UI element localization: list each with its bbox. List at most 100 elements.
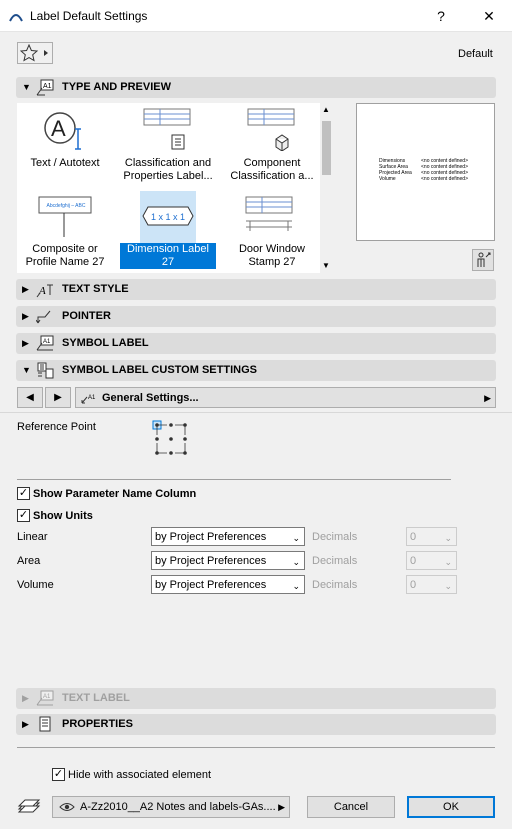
- page-label-icon: A1: [81, 395, 96, 403]
- section-label: SYMBOL LABEL: [62, 337, 149, 349]
- linear-select[interactable]: by Project Preferences ⌄: [151, 527, 305, 546]
- text-label-icon: A1: [36, 690, 54, 706]
- show-units-label: Show Units: [33, 510, 93, 522]
- title-bar: Label Default Settings ? ✕: [0, 0, 512, 32]
- decimals-label: Decimals: [312, 555, 358, 567]
- favorites-default-label: Default: [458, 48, 493, 60]
- svg-text:A: A: [51, 116, 66, 141]
- scroll-thumb[interactable]: [322, 121, 331, 175]
- expand-arrow-icon: ▶: [22, 693, 29, 703]
- expand-arrow-icon: ▶: [22, 311, 29, 321]
- favorites-button[interactable]: [17, 42, 53, 64]
- section-pointer[interactable]: ▶ POINTER: [16, 306, 496, 327]
- tile-component-classification[interactable]: Component Classification a...: [224, 105, 320, 187]
- chevron-down-icon: ⌄: [292, 533, 300, 543]
- hide-with-element-checkbox[interactable]: ✓: [52, 768, 65, 781]
- preview-table: Dimensions <no content defined> Surface A…: [379, 158, 468, 182]
- chevron-down-icon: ⌄: [292, 581, 300, 591]
- properties-icon: [39, 716, 51, 732]
- layer-icon: [17, 799, 41, 813]
- svg-text:A: A: [38, 285, 46, 297]
- chevron-down-icon: ⌄: [292, 557, 300, 567]
- volume-decimals-select[interactable]: 0 ⌄: [406, 575, 457, 594]
- arrow-left-icon: ◀: [26, 392, 34, 403]
- section-custom-settings[interactable]: ▼ SYMBOL LABEL CUSTOM SETTINGS: [16, 360, 496, 381]
- expand-arrow-icon: ▶: [22, 284, 29, 294]
- chevron-down-icon: ⌄: [444, 557, 452, 567]
- svg-text:A1: A1: [43, 339, 51, 345]
- decimals-label: Decimals: [312, 579, 358, 591]
- custom-settings-icon: [37, 362, 54, 379]
- tile-dimension-label[interactable]: 1 x 1 x 1 Dimension Label 27: [120, 191, 216, 273]
- section-label: TEXT STYLE: [62, 283, 129, 295]
- volume-label: Volume: [17, 579, 54, 591]
- show-units-checkbox[interactable]: ✓: [17, 509, 30, 522]
- chevron-right-icon: ▶: [278, 802, 285, 812]
- layer-value: A-Zz2010__A2 Notes and labels-GAs....: [80, 801, 276, 813]
- layer-selector[interactable]: A-Zz2010__A2 Notes and labels-GAs.... ▶: [52, 796, 290, 818]
- page-selector-value: General Settings...: [102, 391, 199, 404]
- section-text-label: ▶ A1 TEXT LABEL: [16, 688, 496, 709]
- tile-text-autotext[interactable]: A Text / Autotext: [17, 105, 113, 187]
- gallery-scrollbar[interactable]: ▲ ▼: [320, 103, 333, 273]
- volume-select[interactable]: by Project Preferences ⌄: [151, 575, 305, 594]
- arrow-right-icon: ▶: [54, 392, 62, 403]
- app-icon: [9, 14, 23, 22]
- chevron-down-icon: ⌄: [444, 533, 452, 543]
- label-type-gallery: A Text / Autotext Classification and Pro…: [17, 103, 333, 273]
- svg-text:A1: A1: [43, 83, 52, 90]
- tile-door-window-stamp[interactable]: Door Window Stamp 27: [224, 191, 320, 273]
- symbol-label-icon: A1: [36, 335, 54, 351]
- scroll-down-icon[interactable]: ▼: [322, 261, 330, 270]
- chevron-down-icon: ⌄: [444, 581, 452, 591]
- section-symbol-label[interactable]: ▶ A1 SYMBOL LABEL: [16, 333, 496, 354]
- tile-composite-profile[interactable]: Abcdefghij – ABC Composite or Profile Na…: [17, 191, 113, 273]
- area-label: Area: [17, 555, 41, 567]
- close-button[interactable]: ✕: [466, 0, 512, 32]
- hide-with-element-label: Hide with associated element: [68, 769, 212, 781]
- section-type-and-preview[interactable]: ▼ A1 TYPE AND PREVIEW: [16, 77, 496, 98]
- collapse-arrow-icon: ▼: [22, 82, 31, 92]
- star-icon: [20, 44, 48, 62]
- preview-person-icon: [477, 252, 491, 267]
- section-label: TEXT LABEL: [62, 692, 130, 704]
- pointer-icon: [36, 310, 51, 324]
- section-properties[interactable]: ▶ PROPERTIES: [16, 714, 496, 735]
- tile-classification-properties[interactable]: Classification and Properties Label...: [120, 105, 216, 187]
- text-autotext-icon: A: [44, 112, 81, 150]
- type-preview-icon: A1: [36, 79, 54, 96]
- section-label: PROPERTIES: [62, 718, 133, 730]
- svg-text:A1: A1: [43, 694, 51, 700]
- preview-panel: Dimensions <no content defined> Surface A…: [356, 103, 495, 241]
- ok-button[interactable]: OK: [407, 796, 495, 818]
- decimals-label: Decimals: [312, 531, 358, 543]
- page-selector[interactable]: A1 General Settings... ▶: [75, 387, 496, 408]
- chevron-right-icon: ▶: [484, 393, 491, 403]
- section-text-style[interactable]: ▶ A TEXT STYLE: [16, 279, 496, 300]
- section-label: POINTER: [62, 310, 111, 322]
- linear-decimals-select[interactable]: 0 ⌄: [406, 527, 457, 546]
- expand-arrow-icon: ▶: [22, 338, 29, 348]
- svg-text:A1: A1: [88, 395, 96, 401]
- preview-options-button[interactable]: [472, 249, 494, 271]
- show-param-checkbox[interactable]: ✓: [17, 487, 30, 500]
- reference-point-grid[interactable]: [152, 420, 190, 458]
- linear-label: Linear: [17, 531, 48, 543]
- prev-page-button[interactable]: ◀: [17, 387, 43, 408]
- component-classification-icon: [247, 108, 295, 151]
- expand-arrow-icon: ▶: [22, 719, 29, 729]
- area-select[interactable]: by Project Preferences ⌄: [151, 551, 305, 570]
- help-button[interactable]: ?: [418, 0, 464, 32]
- door-window-stamp-icon: [245, 196, 293, 231]
- preview-row: Volume <no content defined>: [379, 176, 468, 182]
- area-decimals-select[interactable]: 0 ⌄: [406, 551, 457, 570]
- reference-point-label: Reference Point: [17, 421, 96, 433]
- scroll-up-icon[interactable]: ▲: [322, 105, 330, 114]
- section-label: SYMBOL LABEL CUSTOM SETTINGS: [62, 364, 257, 376]
- text-style-icon: A: [36, 284, 53, 298]
- classification-label-icon: [143, 108, 191, 150]
- next-page-button[interactable]: ▶: [45, 387, 71, 408]
- section-label: TYPE AND PREVIEW: [62, 81, 171, 93]
- close-icon: ✕: [483, 7, 495, 24]
- cancel-button[interactable]: Cancel: [307, 796, 395, 818]
